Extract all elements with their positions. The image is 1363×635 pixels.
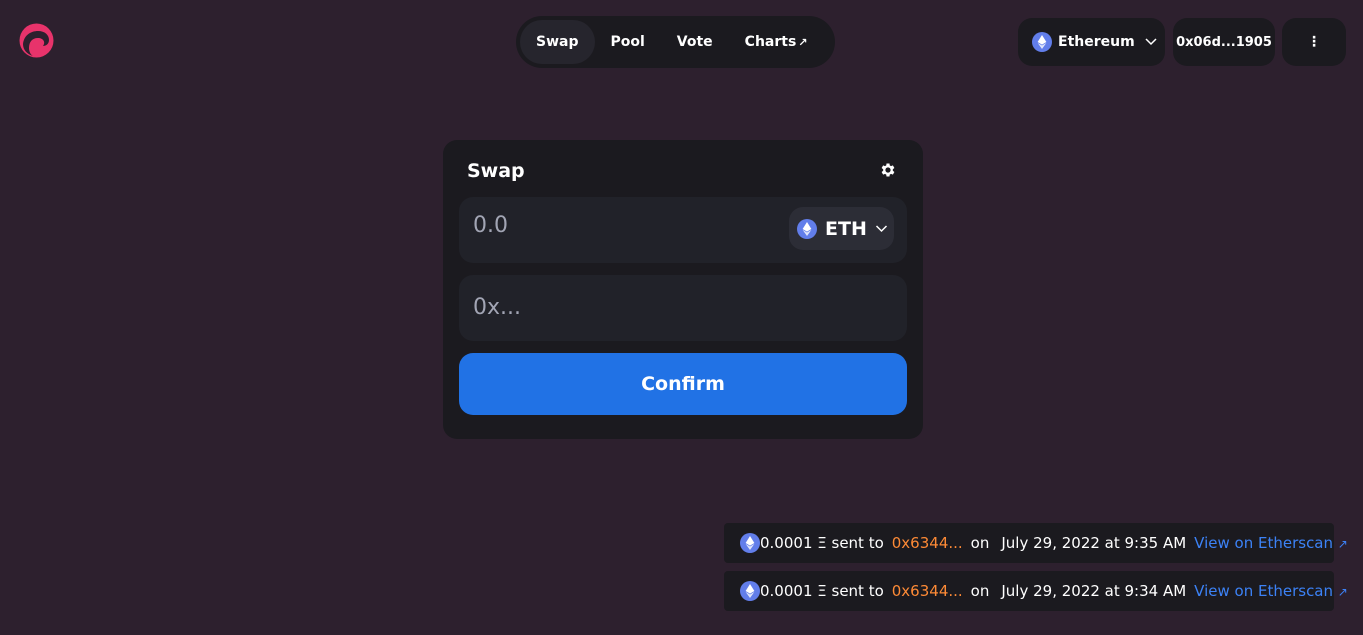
eth-token-icon [797, 218, 817, 239]
network-label: Ethereum [1058, 34, 1135, 50]
confirm-button[interactable]: Confirm [459, 353, 907, 415]
account-button[interactable]: 0x06d...1905 [1173, 18, 1275, 66]
transaction-amount: 0.0001 Ξ sent to [760, 534, 884, 552]
nav-vote[interactable]: Vote [661, 20, 729, 64]
swap-card: Swap ETH Confirm [443, 140, 923, 439]
nav-charts[interactable]: Charts ↗ [729, 20, 824, 64]
network-selector[interactable]: Ethereum [1018, 18, 1165, 66]
etherscan-link[interactable]: View on Etherscan ↗ [1194, 582, 1348, 600]
ethereum-icon [1032, 32, 1052, 52]
token-label: ETH [825, 217, 867, 240]
etherscan-link-label: View on Etherscan [1194, 582, 1334, 600]
nav-pool-label: Pool [610, 34, 645, 50]
chevron-down-icon [875, 224, 887, 232]
external-link-icon: ↗ [1337, 585, 1348, 599]
nav-vote-label: Vote [676, 34, 713, 50]
ethereum-icon [740, 533, 760, 553]
transaction-toast: 0.0001 Ξ sent to 0x6344... on July 29, 2… [724, 523, 1348, 563]
more-menu-button[interactable]: ⋮ [1282, 18, 1346, 66]
transaction-amount: 0.0001 Ξ sent to [760, 582, 884, 600]
etherscan-link[interactable]: View on Etherscan ↗ [1194, 534, 1348, 552]
nav-pool[interactable]: Pool [595, 20, 661, 64]
transaction-recipient: 0x6344... [891, 534, 963, 552]
account-address: 0x06d...1905 [1176, 34, 1272, 50]
more-dots-icon: ⋮ [1307, 34, 1321, 50]
settings-gear-icon[interactable] [879, 161, 897, 179]
external-link-icon: ↗ [798, 35, 808, 49]
external-link-icon: ↗ [1337, 537, 1348, 551]
amount-panel: ETH [459, 197, 907, 263]
nav-swap[interactable]: Swap [520, 20, 595, 64]
recipient-address-input[interactable] [473, 289, 893, 325]
transaction-on-label: on [970, 534, 990, 552]
nav-charts-label: Charts [744, 34, 797, 50]
transaction-date: July 29, 2022 at 9:35 AM [1001, 534, 1187, 552]
chevron-down-icon [1145, 38, 1157, 46]
nav-swap-label: Swap [536, 34, 579, 50]
transaction-recipient: 0x6344... [891, 582, 963, 600]
transaction-on-label: on [970, 582, 990, 600]
ethereum-icon [740, 581, 760, 601]
etherscan-link-label: View on Etherscan [1194, 534, 1334, 552]
token-selector[interactable]: ETH [789, 207, 894, 250]
uniswap-logo-icon[interactable] [18, 22, 55, 59]
transaction-date: July 29, 2022 at 9:34 AM [1001, 582, 1187, 600]
main-nav: Swap Pool Vote Charts ↗ [516, 16, 835, 68]
amount-input[interactable] [473, 207, 773, 243]
recipient-panel [459, 275, 907, 341]
transaction-toast: 0.0001 Ξ sent to 0x6344... on July 29, 2… [724, 571, 1348, 611]
swap-title: Swap [467, 160, 525, 182]
